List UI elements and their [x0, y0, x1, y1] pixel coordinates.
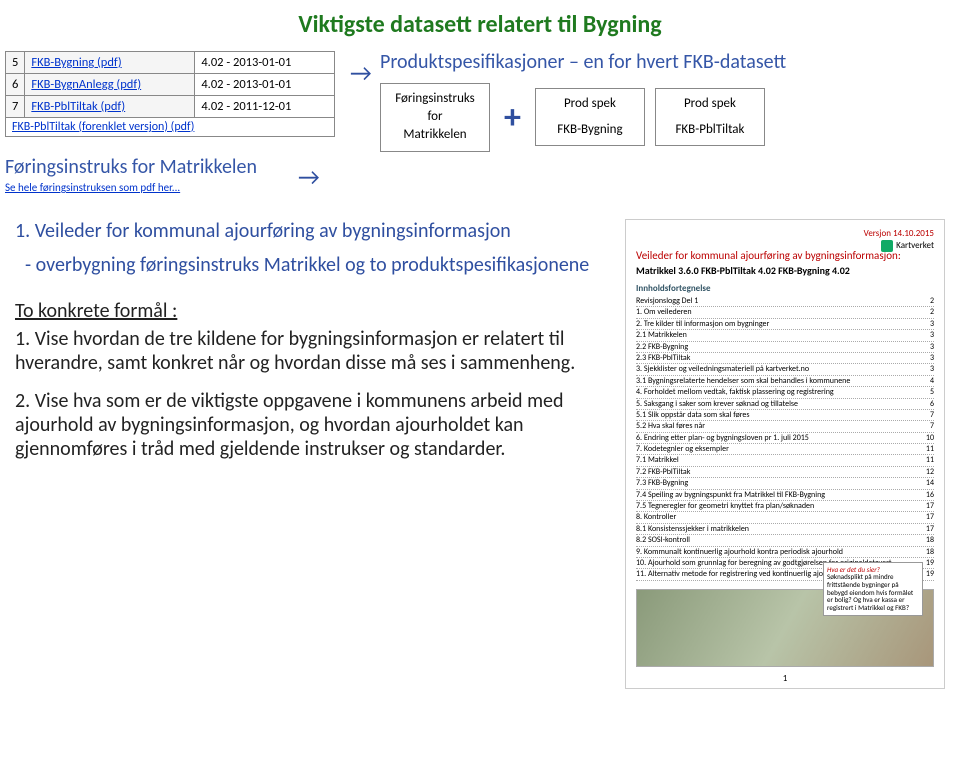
- callout-body: Søknadsplikt på mindre frittstående bygn…: [827, 573, 919, 611]
- toc-row: 7.1 Matrikkel11: [636, 455, 934, 466]
- toc-row: 3.1 Bygningsrelaterte hendelser som skal…: [636, 376, 934, 387]
- arrow-icon: →: [350, 59, 372, 88]
- row-num: 5: [6, 52, 25, 74]
- toc-row: 6. Endring etter plan- og bygningsloven …: [636, 433, 934, 444]
- toc-row: 1. Om veilederen2: [636, 307, 934, 318]
- foringsinstruks-label: Føringsinstruks for Matrikkelen: [5, 155, 335, 179]
- toc-row: 8. Kontroller17: [636, 512, 934, 523]
- toc-row: 9. Kommunalt kontinuerlig ajourhold kont…: [636, 547, 934, 558]
- toc-row: Revisjonslogg Del 12: [636, 296, 934, 307]
- dataset-version: 4.02 - 2013-01-01: [195, 74, 335, 96]
- dataset-link[interactable]: FKB-BygnAnlegg (pdf): [31, 77, 141, 92]
- toc-row: 7.3 FKB-Bygning14: [636, 478, 934, 489]
- toc-list: Revisjonslogg Del 121. Om veilederen22. …: [636, 296, 934, 581]
- document-thumbnail: Versjon 14.10.2015 Kartverket Veileder f…: [625, 219, 945, 689]
- toc-row: 5.1 Slik oppstår data som skal føres7: [636, 410, 934, 421]
- toc-row: 5.2 Hva skal føres når7: [636, 421, 934, 432]
- spec-heading: Produktspesifikasjoner – en for hvert FK…: [380, 51, 786, 73]
- row-num: 7: [6, 96, 25, 118]
- toc-row: 2.2 FKB-Bygning3: [636, 342, 934, 353]
- purpose-heading: To konkrete formål :: [15, 299, 605, 323]
- box-line: Føringsinstruks: [391, 90, 479, 108]
- doc-page-number: 1: [636, 673, 934, 684]
- doc-subtitle: Matrikkel 3.6.0 FKB-PblTiltak 4.02 FKB-B…: [636, 264, 934, 277]
- table-row: 7 FKB-PblTiltak (pdf) 4.02 - 2011-12-01: [6, 96, 335, 118]
- purpose-para-2: 2. Vise hva som er de viktigste oppgaven…: [15, 389, 605, 461]
- toc-row: 3. Sjekklister og veiledningsmateriell p…: [636, 364, 934, 375]
- toc-row: 7.4 Speiling av bygningspunkt fra Matrik…: [636, 490, 934, 501]
- toc-row: 4. Forholdet mellom vedtak, faktisk plas…: [636, 387, 934, 398]
- guide-subtext: - overbygning føringsinstruks Matrikkel …: [25, 253, 605, 277]
- page-title: Viktigste datasett relatert til Bygning: [180, 10, 780, 39]
- dataset-link[interactable]: FKB-Bygning (pdf): [31, 55, 121, 70]
- main-content: 1. Veileder for kommunal ajourføring av …: [15, 219, 945, 689]
- toc-row: 8.1 Konsistenssjekker i matrikkelen17: [636, 524, 934, 535]
- doc-image: Hva er det du sier? Søknadsplikt på mind…: [636, 589, 934, 667]
- box-line: Prod spek: [546, 95, 634, 113]
- left-column: 5 FKB-Bygning (pdf) 4.02 - 2013-01-01 6 …: [0, 51, 335, 194]
- box-line: Prod spek: [666, 95, 754, 113]
- toc-row: 5. Saksgang i saker som krever søknad og…: [636, 399, 934, 410]
- box-line: for: [391, 108, 479, 126]
- spec-box-matrikkelen: Føringsinstruks for Matrikkelen: [380, 83, 490, 152]
- box-line: FKB-PblTiltak: [666, 121, 754, 139]
- table-row: 6 FKB-BygnAnlegg (pdf) 4.02 - 2013-01-01: [6, 74, 335, 96]
- dataset-table: 5 FKB-Bygning (pdf) 4.02 - 2013-01-01 6 …: [5, 51, 335, 137]
- dataset-version: 4.02 - 2013-01-01: [195, 52, 335, 74]
- toc-row: 7.2 FKB-PblTiltak12: [636, 467, 934, 478]
- table-row: 5 FKB-Bygning (pdf) 4.02 - 2013-01-01: [6, 52, 335, 74]
- dataset-link[interactable]: FKB-PblTiltak (forenklet versjon) (pdf): [12, 120, 194, 134]
- spec-box-row: Føringsinstruks for Matrikkelen + Prod s…: [380, 83, 786, 152]
- toc-row: 2. Tre kilder til informasjon om bygning…: [636, 319, 934, 330]
- box-line: FKB-Bygning: [546, 121, 634, 139]
- toc-row: 8.2 SOSI-kontroll18: [636, 535, 934, 546]
- full-instructions-link[interactable]: Se hele føringsinstruksen som pdf her...: [5, 181, 335, 194]
- purpose-para-1: 1. Vise hvordan de tre kildene for bygni…: [15, 327, 605, 375]
- toc-row: 7.5 Tegneregler for geometri knyttet fra…: [636, 501, 934, 512]
- box-line: Matrikkelen: [391, 126, 479, 144]
- body-text: 1. Veileder for kommunal ajourføring av …: [15, 219, 605, 689]
- doc-version: Versjon 14.10.2015: [636, 228, 934, 239]
- guide-heading: 1. Veileder for kommunal ajourføring av …: [15, 219, 605, 243]
- spec-box-fkb-bygning: Prod spek FKB-Bygning: [535, 88, 645, 146]
- arrow-icon: →: [298, 163, 320, 192]
- spec-area: Produktspesifikasjoner – en for hvert FK…: [380, 51, 786, 152]
- dataset-version: 4.02 - 2011-12-01: [195, 96, 335, 118]
- spec-box-fkb-pbltiltak: Prod spek FKB-PblTiltak: [655, 88, 765, 146]
- doc-callout: Hva er det du sier? Søknadsplikt på mind…: [823, 562, 923, 616]
- row-num: 6: [6, 74, 25, 96]
- toc-row: 2.3 FKB-PblTiltak3: [636, 353, 934, 364]
- top-area: 5 FKB-Bygning (pdf) 4.02 - 2013-01-01 6 …: [0, 51, 960, 194]
- plus-icon: +: [500, 97, 525, 138]
- kartverket-logo: Kartverket: [881, 240, 934, 252]
- toc-row: 7. Kodetegnler og eksempler11: [636, 444, 934, 455]
- dataset-link[interactable]: FKB-PblTiltak (pdf): [31, 99, 125, 114]
- toc-heading: Innholdsfortegnelse: [636, 283, 934, 294]
- toc-row: 2.1 Matrikkelen3: [636, 330, 934, 341]
